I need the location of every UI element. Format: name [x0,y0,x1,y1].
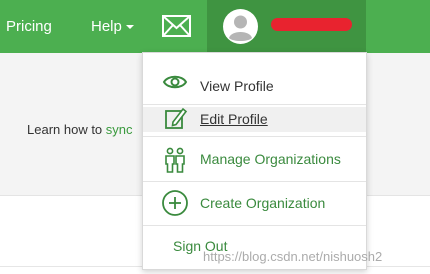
redacted-username [271,18,352,31]
learn-text-prefix: Learn how to [27,122,106,137]
menu-item-manage-organizations[interactable]: Manage Organizations [143,145,366,175]
menu-item-label: Manage Organizations [200,151,341,167]
menu-item-edit-profile[interactable]: Edit Profile [143,107,366,132]
nav-help-label: Help [91,18,122,35]
menu-item-view-profile[interactable]: View Profile [143,61,366,103]
nav-help-dropdown[interactable]: Help [91,0,134,53]
menu-item-label: Edit Profile [200,111,268,127]
avatar-icon [223,9,258,44]
learn-sync-link[interactable]: sync [106,122,133,137]
nav-pricing[interactable]: Pricing [6,0,52,53]
nav-pricing-label: Pricing [6,18,52,35]
menu-item-create-organization[interactable]: Create Organization [143,187,366,219]
envelope-icon [162,15,191,37]
learn-text: Learn how to sync [27,122,133,137]
watermark-text: https://blog.csdn.net/nishuosh2 [203,249,383,264]
edit-icon [165,107,188,129]
menu-divider [143,225,366,226]
menu-item-label: View Profile [200,78,274,94]
profile-menu-button[interactable] [207,0,366,53]
top-nav-bar: Pricing Help [0,0,430,53]
people-icon [165,147,185,173]
caret-down-icon [125,24,134,29]
eye-icon [162,75,188,89]
menu-divider [143,181,366,182]
profile-dropdown-menu: View Profile Edit Profile Manage Organiz… [142,52,367,270]
menu-item-label: Create Organization [200,195,326,211]
mail-button[interactable] [161,12,192,40]
menu-divider [143,136,366,137]
plus-circle-icon [162,190,188,216]
